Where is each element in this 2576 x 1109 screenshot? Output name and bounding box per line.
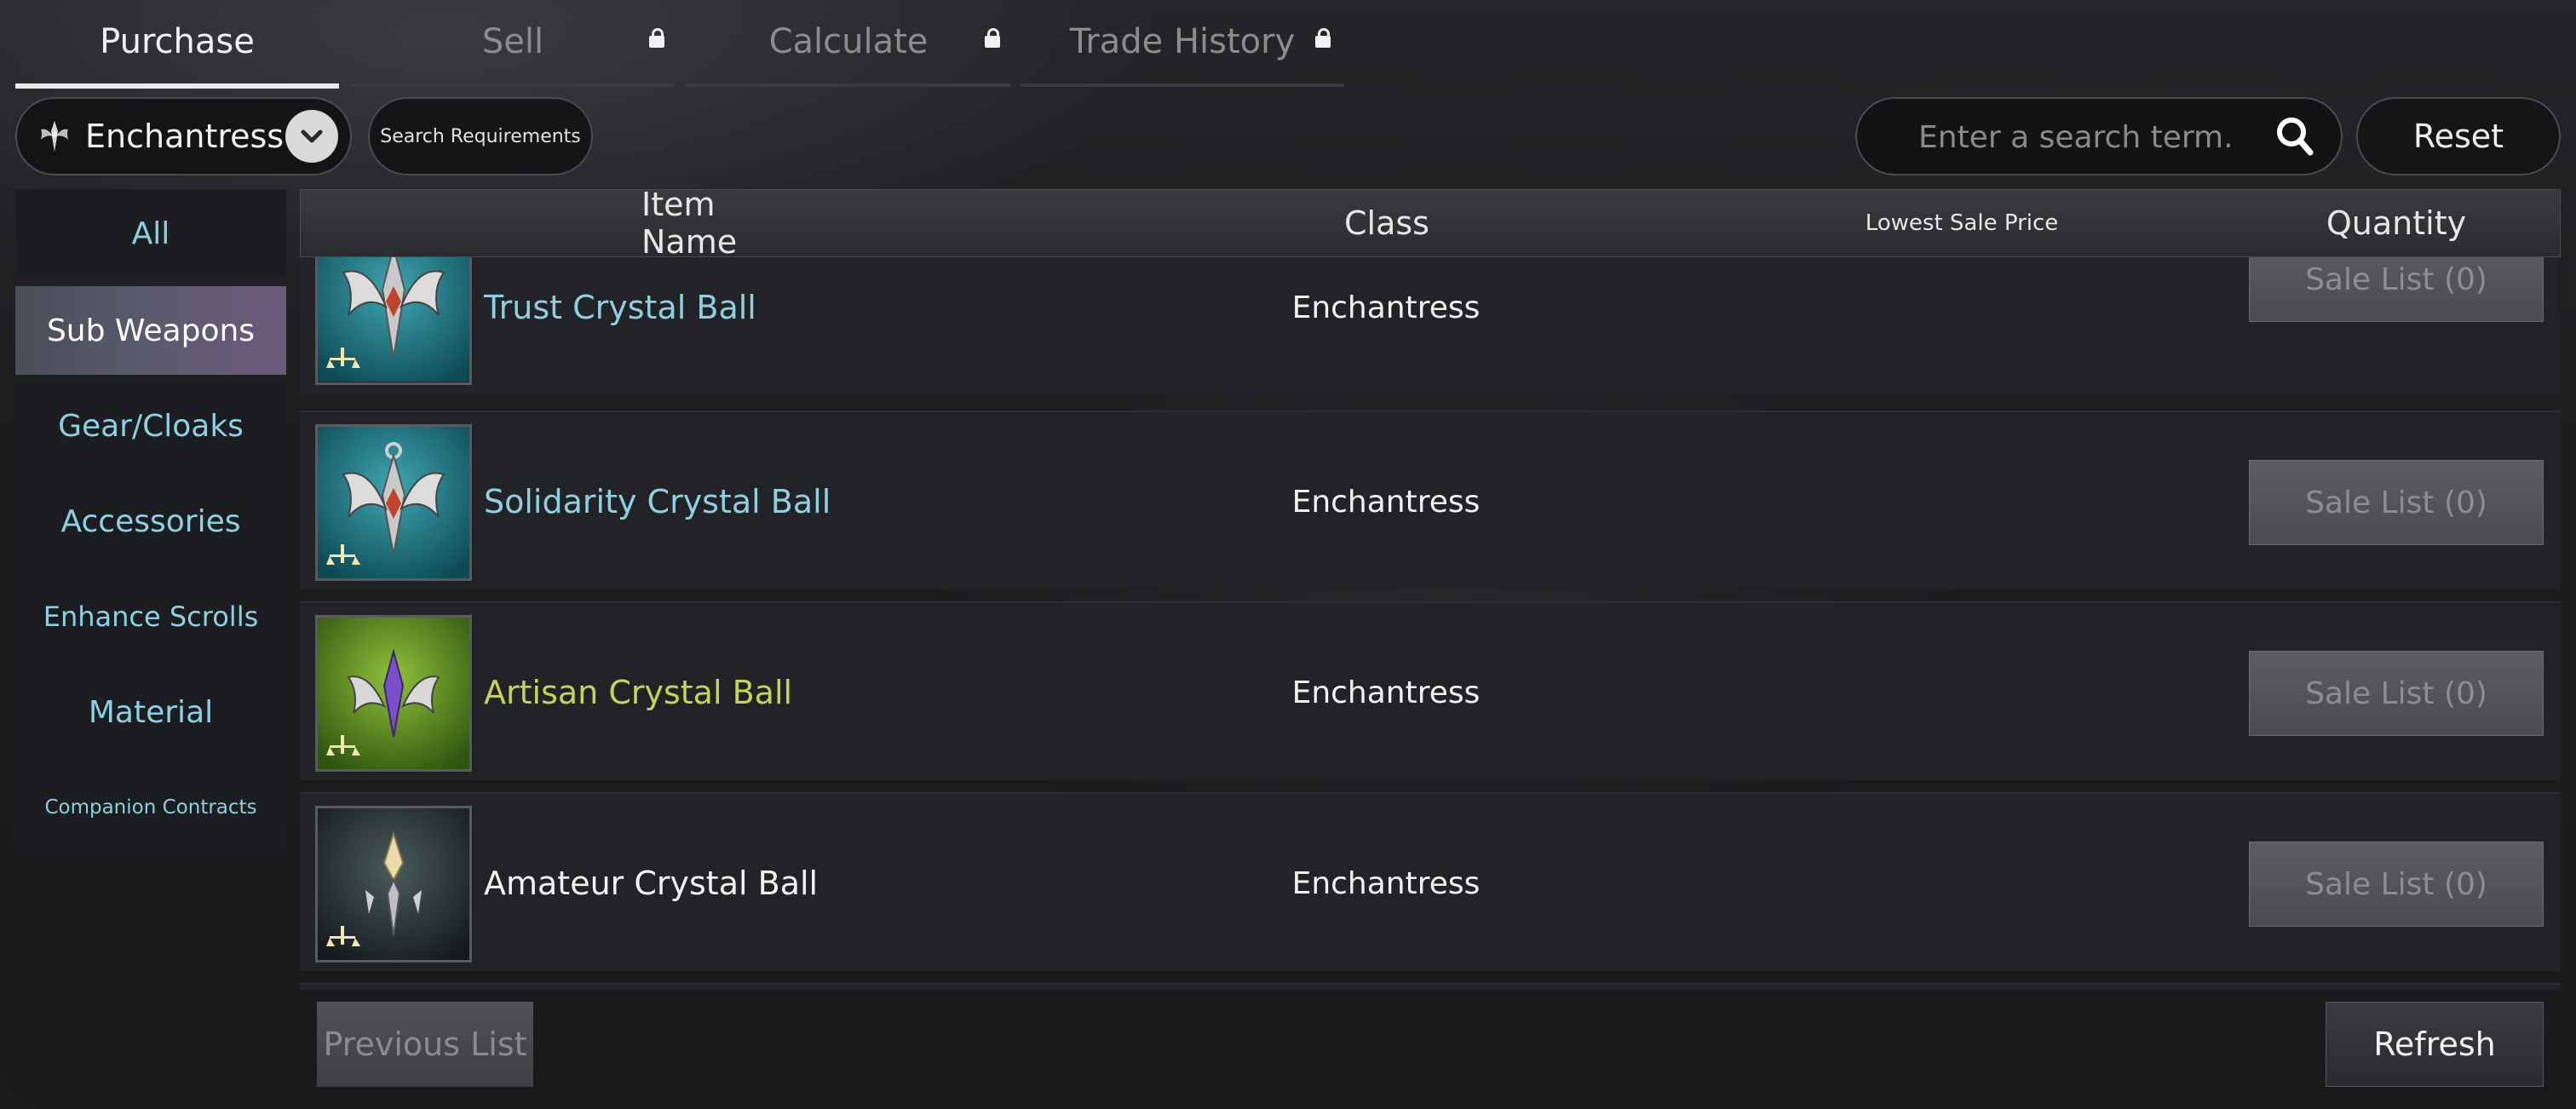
- item-name: Trust Crystal Ball: [484, 257, 756, 385]
- item-name-text: Amateur Crystal Ball: [484, 865, 819, 902]
- sidebar-item-enhance-scrolls[interactable]: Enhance Scrolls: [15, 572, 286, 661]
- search-requirements-button[interactable]: Search Requirements: [368, 97, 593, 175]
- item-name-text: Artisan Crystal Ball: [484, 674, 793, 711]
- sidebar-item-all[interactable]: All: [15, 189, 286, 278]
- sidebar-item-companion-contracts[interactable]: Companion Contracts: [15, 763, 286, 852]
- column-header-class: Class: [1344, 204, 1429, 242]
- item-name: Artisan Crystal Ball: [484, 603, 792, 782]
- tab-sell[interactable]: Sell: [351, 0, 675, 87]
- table-row[interactable]: Trust Crystal Ball Enchantress Sale List…: [300, 257, 2561, 395]
- item-name-text: Solidarity Crystal Ball: [484, 483, 831, 520]
- table-row[interactable]: Amateur Crystal Ball Enchantress Sale Li…: [300, 792, 2561, 971]
- item-class: Enchantress: [1291, 484, 1481, 520]
- tab-label: Purchase: [100, 22, 255, 61]
- sale-list-button[interactable]: Sale List (0): [2249, 257, 2544, 322]
- sidebar-item-sub-weapons[interactable]: Sub Weapons: [15, 286, 286, 375]
- sale-list-button[interactable]: Sale List (0): [2249, 842, 2544, 927]
- tab-label: Trade History: [1069, 22, 1296, 61]
- item-class: Enchantress: [1291, 865, 1481, 901]
- column-header-item-name: Item Name: [641, 186, 738, 261]
- tab-calculate[interactable]: Calculate: [687, 0, 1010, 87]
- class-select-value: Enchantress: [85, 118, 285, 155]
- search-input[interactable]: [1917, 99, 2278, 175]
- lock-icon: [1315, 28, 1331, 48]
- item-name-text: Trust Crystal Ball: [484, 289, 756, 326]
- enchantress-emblem-icon: [36, 118, 73, 155]
- sale-list-button[interactable]: Sale List (0): [2249, 651, 2544, 736]
- table-row[interactable]: Artisan Crystal Ball Enchantress Sale Li…: [300, 601, 2561, 780]
- chevron-down-icon[interactable]: [285, 110, 338, 163]
- search-icon[interactable]: [2273, 114, 2317, 158]
- amateur-crystal-ball-icon: [315, 806, 472, 962]
- column-header-lowest-sale-price: Lowest Sale Price: [1865, 210, 2059, 236]
- sidebar-item-material[interactable]: Material: [15, 668, 286, 756]
- column-header-quantity: Quantity: [2326, 204, 2467, 242]
- tab-purchase[interactable]: Purchase: [15, 0, 339, 89]
- tab-trade-history[interactable]: Trade History: [1021, 0, 1344, 87]
- sidebar-item-accessories[interactable]: Accessories: [15, 477, 286, 566]
- table-row[interactable]: Solidarity Crystal Ball Enchantress Sale…: [300, 411, 2561, 589]
- sale-list-button[interactable]: Sale List (0): [2249, 460, 2544, 545]
- item-class: Enchantress: [1291, 675, 1481, 710]
- item-class: Enchantress: [1291, 290, 1481, 325]
- tab-label: Calculate: [768, 22, 929, 61]
- item-name: Amateur Crystal Ball: [484, 794, 818, 973]
- previous-list-button[interactable]: Previous List: [317, 1002, 533, 1087]
- refresh-button[interactable]: Refresh: [2326, 1002, 2544, 1087]
- sidebar-item-gear-cloaks[interactable]: Gear/Cloaks: [15, 382, 286, 470]
- item-name: Solidarity Crystal Ball: [484, 412, 831, 591]
- class-select[interactable]: Enchantress: [15, 97, 352, 175]
- tab-label: Sell: [481, 22, 544, 61]
- lock-icon: [985, 28, 1000, 48]
- reset-button[interactable]: Reset: [2356, 97, 2561, 175]
- search-box: [1855, 97, 2343, 175]
- lock-icon: [649, 28, 664, 48]
- trust-crystal-ball-icon: [315, 257, 472, 385]
- table-header: Item Name Class Lowest Sale Price Quanti…: [300, 186, 2561, 261]
- solidarity-crystal-ball-icon: [315, 424, 472, 581]
- marketplace-window: Purchase Sell Calculate Trade History En…: [0, 0, 2576, 1109]
- artisan-crystal-ball-icon: [315, 615, 472, 772]
- item-list[interactable]: Trust Crystal Ball Enchantress Sale List…: [300, 257, 2561, 990]
- table-row-partial: [300, 983, 2561, 990]
